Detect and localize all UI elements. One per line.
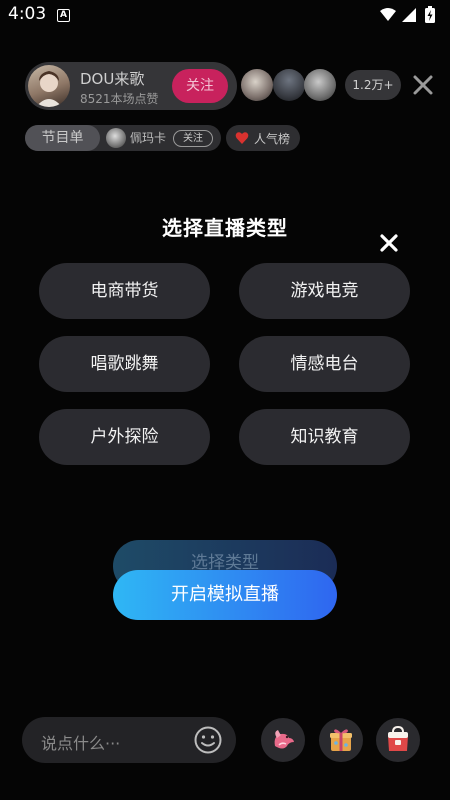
comment-input[interactable]: 说点什么··· (22, 717, 236, 763)
program-list-label: 节目单 (25, 125, 100, 151)
singer-follow-button[interactable]: 关注 (173, 130, 213, 147)
modal-close-icon[interactable] (379, 233, 399, 253)
viewer-avatar[interactable] (273, 69, 305, 101)
status-time: 4:03 (8, 4, 47, 24)
host-likes: 8521本场点赞 (80, 92, 159, 106)
battery-charging-icon (425, 6, 435, 23)
type-ecommerce-button[interactable]: 电商带货 (39, 263, 210, 319)
emoji-icon[interactable] (193, 725, 223, 755)
wifi-icon (380, 8, 396, 21)
shop-bag-icon (388, 726, 408, 751)
type-education-button[interactable]: 知识教育 (239, 409, 410, 465)
gift-bird-icon (274, 730, 294, 749)
singer-name: 佩玛卡 (130, 131, 167, 145)
viewer-avatar[interactable] (241, 69, 273, 101)
signal-icon (402, 8, 416, 22)
heart-icon (235, 132, 249, 144)
close-icon[interactable] (412, 74, 434, 96)
host-card[interactable]: DOU来歌 8521本场点赞 关注 (25, 62, 237, 110)
status-icons (380, 6, 435, 23)
viewer-avatar[interactable] (304, 69, 336, 101)
follow-button[interactable]: 关注 (172, 69, 228, 103)
start-live-button[interactable]: 开启模拟直播 (113, 570, 337, 620)
ranking-label: 人气榜 (254, 132, 291, 146)
singer-avatar (106, 128, 126, 148)
ranking-chip[interactable]: 人气榜 (226, 125, 300, 151)
status-bar: 4:03 A (0, 0, 450, 30)
comment-placeholder: 说点什么··· (41, 734, 121, 753)
program-list-chip[interactable]: 节目单 佩玛卡 关注 (25, 125, 221, 151)
gift-bird-button[interactable] (261, 718, 305, 762)
host-name: DOU来歌 (80, 70, 145, 88)
type-sing-dance-button[interactable]: 唱歌跳舞 (39, 336, 210, 392)
shop-bag-button[interactable] (376, 718, 420, 762)
gift-box-button[interactable] (319, 718, 363, 762)
gift-box-icon (330, 729, 352, 751)
type-outdoor-button[interactable]: 户外探险 (39, 409, 210, 465)
host-avatar[interactable] (28, 65, 70, 107)
type-gaming-button[interactable]: 游戏电竞 (239, 263, 410, 319)
a-letter-icon: A (57, 9, 70, 22)
viewer-count[interactable]: 1.2万+ (345, 70, 401, 100)
type-emotion-radio-button[interactable]: 情感电台 (239, 336, 410, 392)
